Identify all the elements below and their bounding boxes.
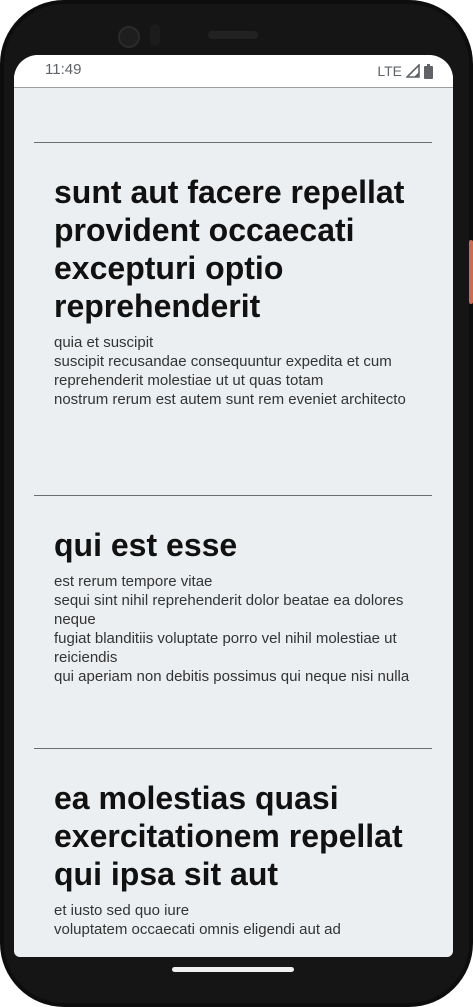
list-item[interactable]: ea molestias quasi exercitationem repell… (34, 748, 432, 939)
post-body: est rerum tempore vitae sequi sint nihil… (54, 573, 410, 685)
status-bar: 11:49 LTE (14, 55, 453, 88)
status-indicators: LTE (377, 61, 433, 81)
home-handle[interactable] (172, 967, 294, 972)
phone-frame: 11:49 LTE sunt aut facere repellat provi… (0, 0, 473, 1007)
post-body: quia et suscipit suscipit recusandae con… (54, 334, 406, 408)
network-type: LTE (377, 63, 402, 79)
post-title: sunt aut facere repellat provident occae… (54, 174, 405, 324)
post-body: et iusto sed quo iure voluptatem occaeca… (54, 902, 341, 938)
divider (34, 142, 432, 143)
status-time: 11:49 (45, 61, 82, 78)
sensor-icon (150, 24, 160, 46)
app-screen: 11:49 LTE sunt aut facere repellat provi… (14, 55, 453, 957)
list-item[interactable]: sunt aut facere repellat provident occae… (34, 142, 432, 409)
signal-icon (406, 64, 420, 78)
post-list[interactable]: sunt aut facere repellat provident occae… (14, 88, 453, 957)
power-button[interactable] (469, 240, 473, 304)
battery-icon (424, 63, 433, 79)
list-item[interactable]: qui est esse est rerum tempore vitae seq… (34, 495, 432, 686)
post-title: qui est esse (54, 527, 238, 563)
earpiece-speaker (208, 31, 258, 39)
front-camera-icon (118, 26, 140, 48)
gesture-navigation-bar (0, 957, 473, 1007)
divider (34, 748, 432, 749)
divider (34, 495, 432, 496)
post-title: ea molestias quasi exercitationem repell… (54, 780, 403, 892)
